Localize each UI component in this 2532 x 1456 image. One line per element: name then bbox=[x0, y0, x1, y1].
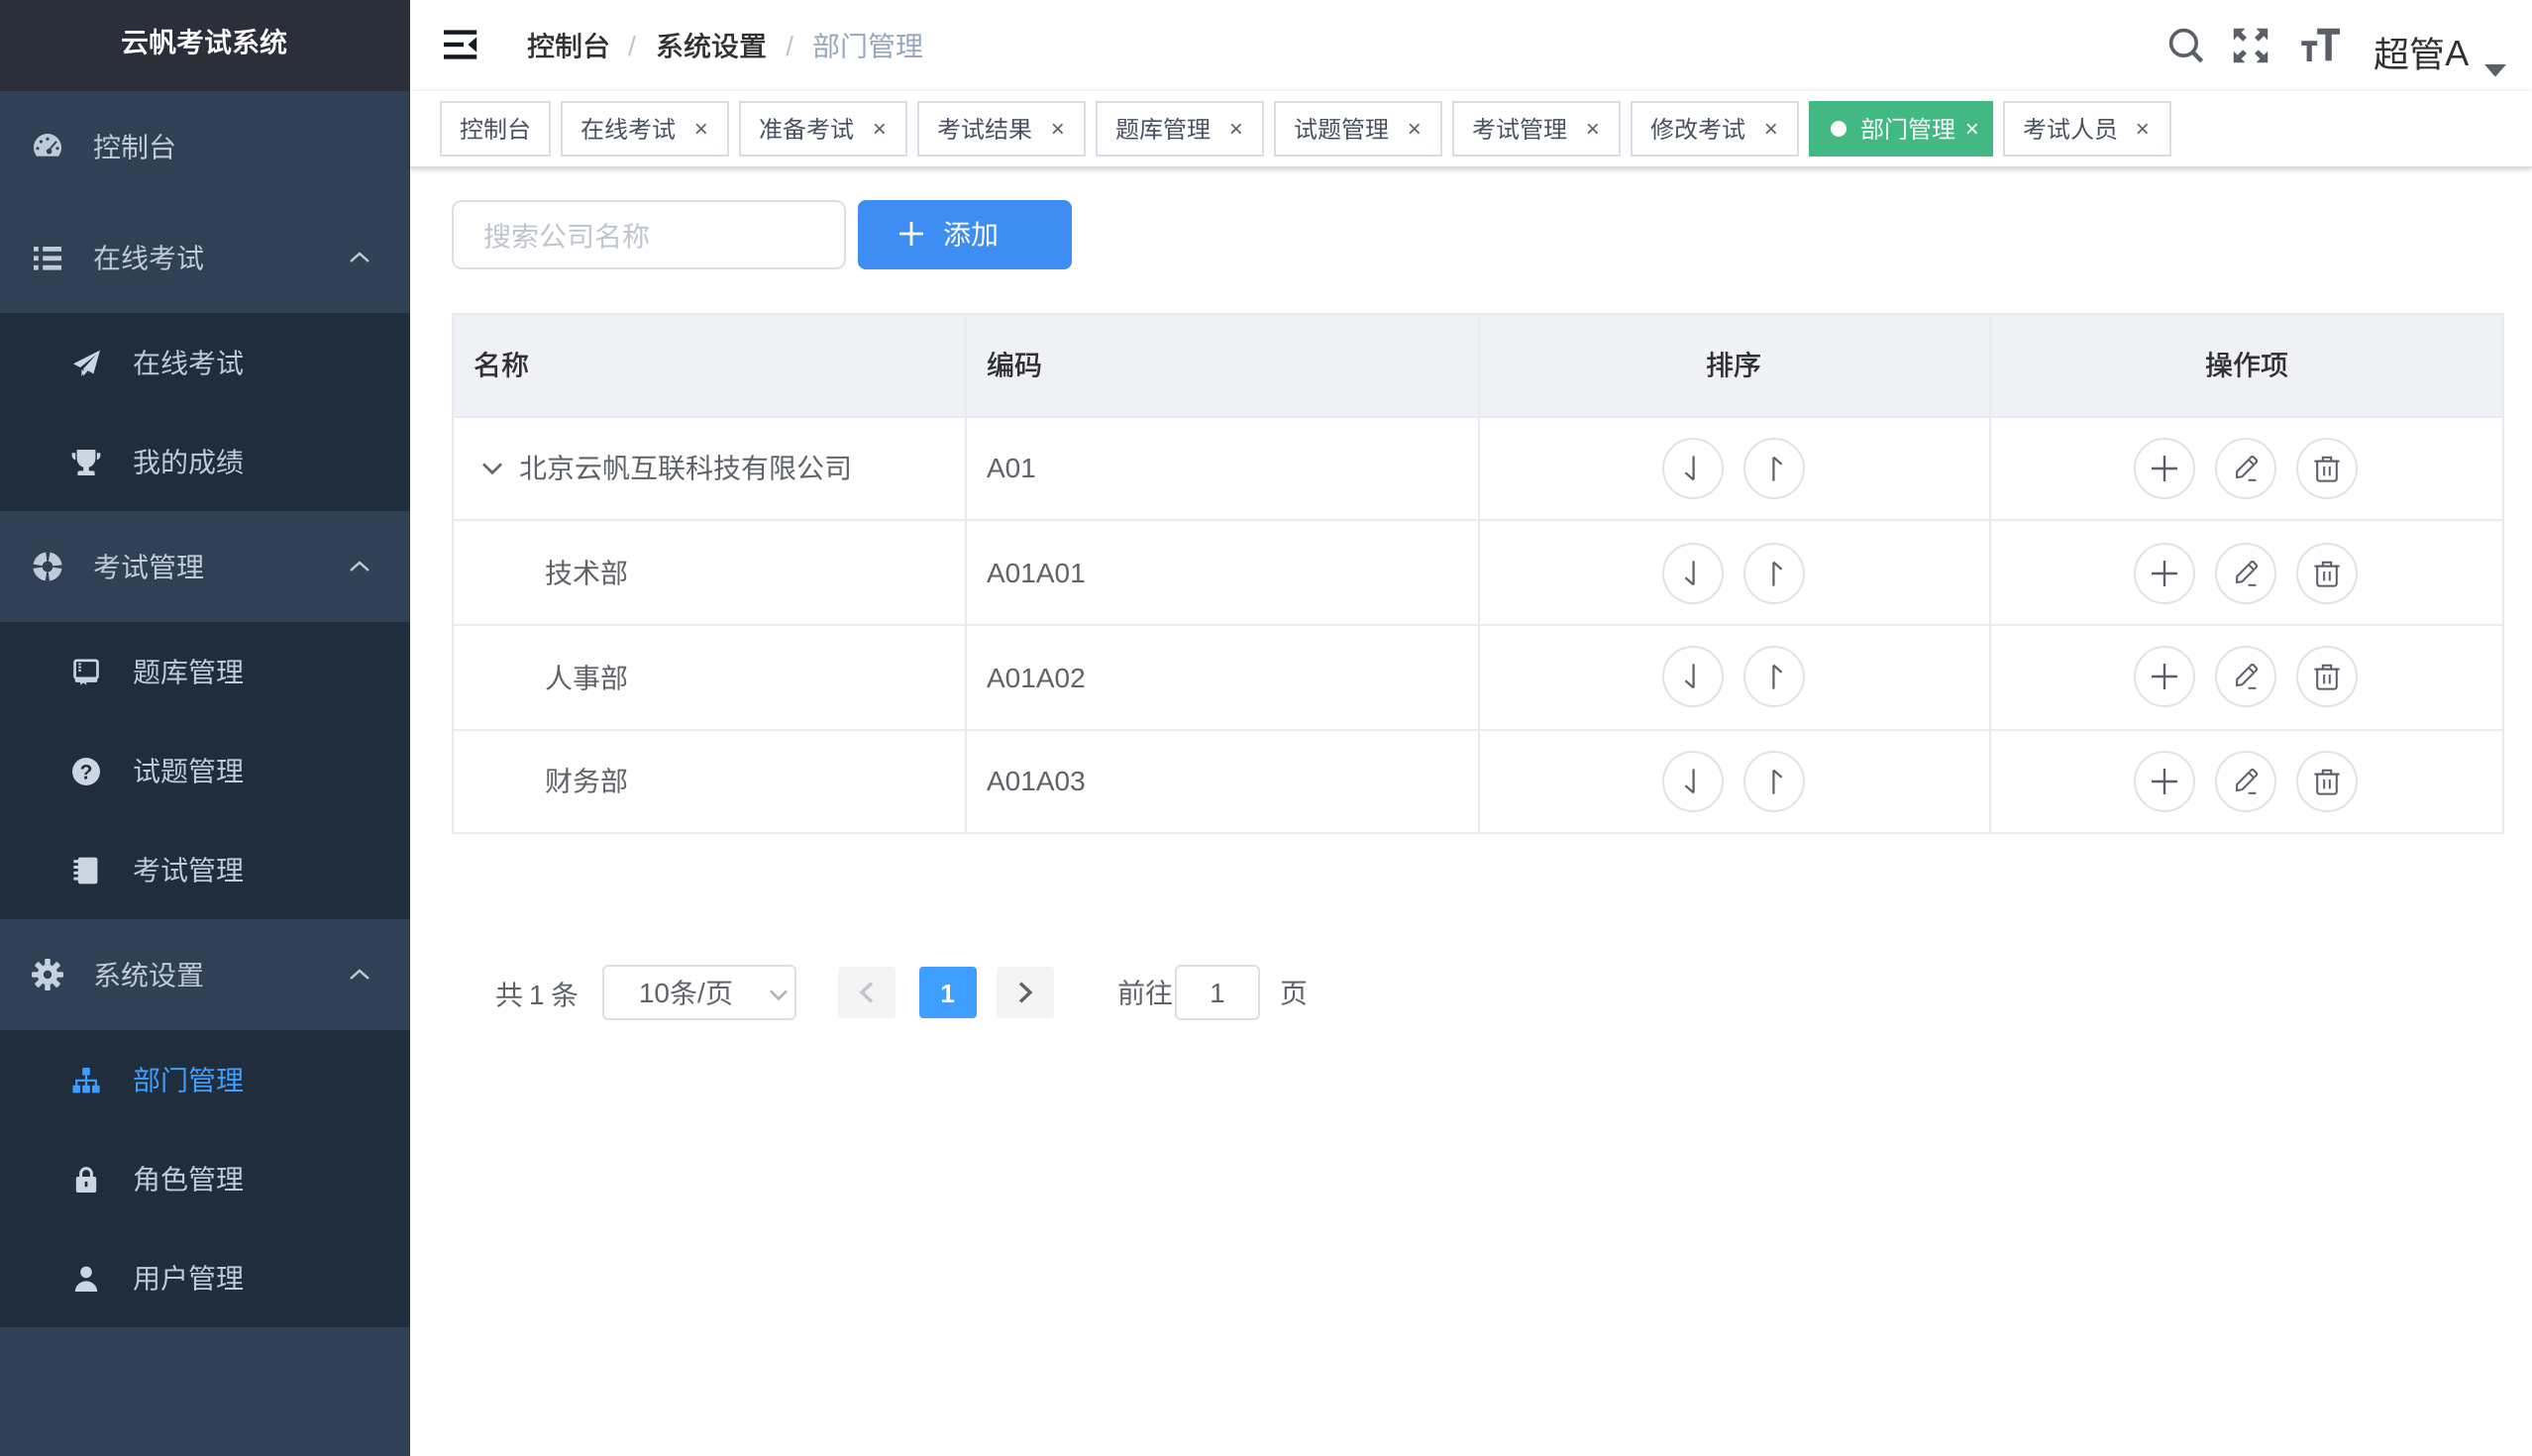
svg-text:?: ? bbox=[80, 760, 93, 782]
